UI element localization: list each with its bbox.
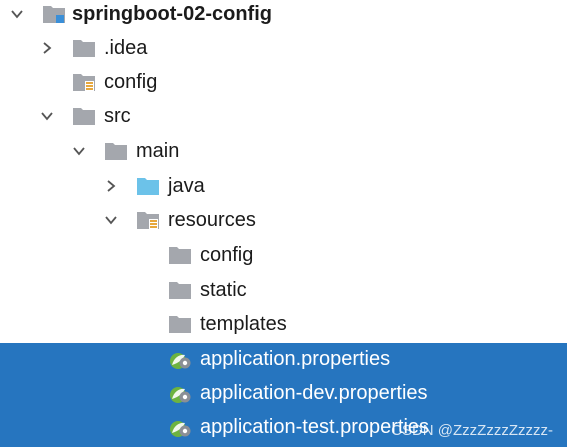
spring-properties-icon xyxy=(170,387,191,403)
tree-label-root: springboot-02-config xyxy=(72,3,272,25)
chevron-down-icon[interactable] xyxy=(72,144,86,158)
tree-row-application-properties[interactable]: application.properties xyxy=(0,343,567,377)
folder-icon xyxy=(73,108,95,125)
tree-row-idea[interactable]: .idea xyxy=(0,32,567,66)
tree-label-templates: templates xyxy=(200,313,287,335)
tree-label-java: java xyxy=(168,175,205,197)
tree-row-java[interactable]: java xyxy=(0,170,567,204)
tree-label-static: static xyxy=(200,279,247,301)
watermark-text: CSDN @ZzzZzzzZzzzz- xyxy=(391,422,553,439)
tree-row-main[interactable]: main xyxy=(0,135,567,169)
tree-row-config[interactable]: config xyxy=(0,239,567,273)
spring-properties-icon xyxy=(170,421,191,437)
folder-icon xyxy=(169,282,191,299)
module-folder-icon xyxy=(43,6,65,23)
tree-row-root[interactable]: springboot-02-config xyxy=(0,0,567,32)
resources-folder-icon xyxy=(137,212,159,229)
tree-label-main: main xyxy=(136,140,180,162)
folder-icon xyxy=(169,316,191,333)
tree-row-src[interactable]: src xyxy=(0,100,567,134)
tree-row-application-dev-properties[interactable]: application-dev.properties xyxy=(0,377,567,411)
chevron-down-icon[interactable] xyxy=(10,7,24,21)
folder-icon xyxy=(73,40,95,57)
tree-label-resources: resources xyxy=(168,209,256,231)
tree-row-templates[interactable]: templates xyxy=(0,308,567,342)
tree-label-src: src xyxy=(104,105,131,127)
chevron-down-icon[interactable] xyxy=(104,213,118,227)
tree-label-application-properties: application.properties xyxy=(200,348,391,370)
tree-row-static[interactable]: static xyxy=(0,274,567,308)
tree-row-config-root[interactable]: config xyxy=(0,66,567,100)
chevron-right-icon[interactable] xyxy=(104,179,118,193)
source-folder-icon xyxy=(137,178,159,195)
spring-properties-icon xyxy=(170,353,191,369)
project-tree: springboot-02-config .idea config src ma… xyxy=(0,0,567,447)
chevron-right-icon[interactable] xyxy=(40,41,54,55)
resources-folder-icon xyxy=(73,74,95,91)
folder-icon xyxy=(169,247,191,264)
tree-label-application-dev-properties: application-dev.properties xyxy=(200,382,428,404)
tree-row-resources[interactable]: resources xyxy=(0,204,567,238)
tree-label-idea: .idea xyxy=(104,37,148,59)
chevron-down-icon[interactable] xyxy=(40,109,54,123)
folder-icon xyxy=(105,143,127,160)
tree-label-config-root: config xyxy=(104,71,158,93)
tree-label-config: config xyxy=(200,244,254,266)
